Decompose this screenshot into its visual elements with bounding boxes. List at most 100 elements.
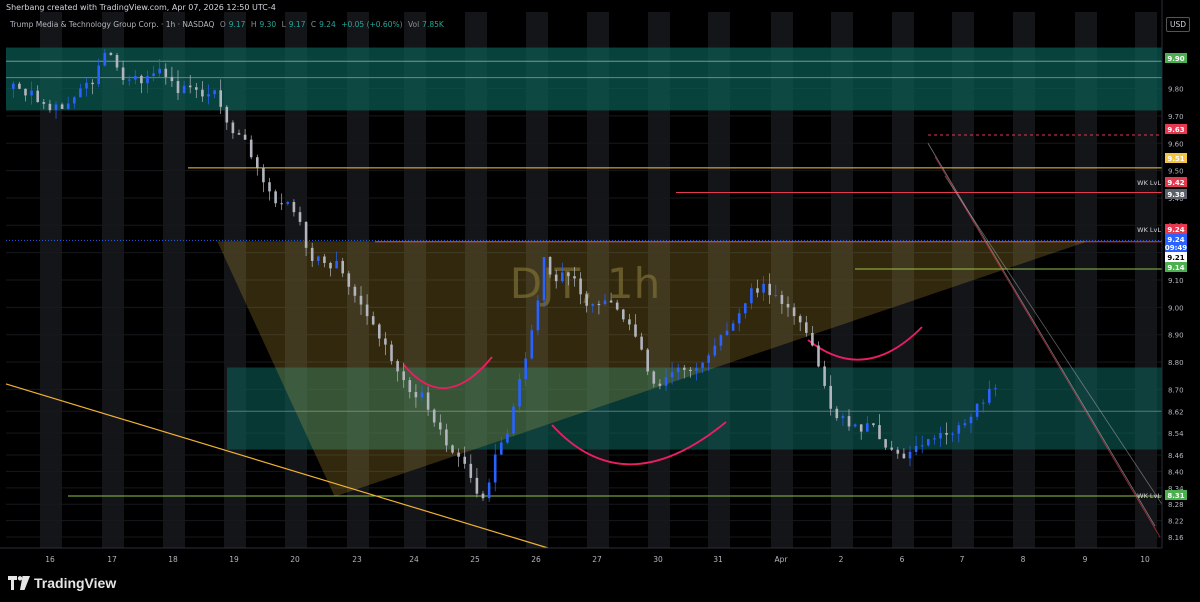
open-value: 9.17 [228,20,246,29]
candle-body [689,369,692,372]
low-value: 9.17 [288,20,306,29]
time-tick-label: 26 [531,555,541,564]
time-tick-label: 31 [713,555,723,564]
candle-body [457,452,460,457]
change-value: +0.05 (+0.60%) [341,20,403,29]
candle-body [256,157,259,168]
candle-body [115,54,119,68]
time-tick-label: 8 [1021,555,1026,564]
candle-body [780,295,784,304]
candle-body [713,345,717,356]
candle-body [347,273,351,287]
candle-body [878,425,881,440]
credit-line: Sherbang created with TradingView.com, A… [6,3,276,12]
high-label: H [250,20,257,29]
candle-body [792,307,796,317]
candle-body [774,295,778,297]
currency-button[interactable]: USD [1166,17,1190,32]
candle-body [859,424,863,432]
candle-body [658,383,662,386]
candle-body [243,134,247,140]
candle-body [554,274,558,282]
candle-body [268,182,271,192]
candle-body [640,336,643,350]
candle-body [829,385,832,409]
candle-body [365,304,369,317]
candle-body [170,76,174,82]
candle-body [579,278,582,295]
candle-body [207,94,210,97]
candle-body [60,104,64,109]
candle-body [146,76,149,84]
price-tick-label: 9.80 [1168,86,1184,94]
symbol-legend[interactable]: Trump Media & Technology Group Corp. · 1… [10,20,447,29]
candle-body [24,88,27,96]
candle-body [615,302,619,310]
candle-body [872,423,875,426]
time-tick-label: 9 [1083,555,1088,564]
chart[interactable]: DJT, 1h 9.809.709.609.509.409.309.209.10… [0,0,1200,602]
candle-body [805,322,808,333]
candle-body [298,212,302,222]
candle-body [475,477,479,494]
tradingview-logo-icon [8,576,30,590]
candle-body [945,433,948,435]
time-tick-label: 16 [45,555,55,564]
candle-body [439,422,442,430]
time-tick-label: 24 [409,555,419,564]
candle-body [30,90,33,96]
candle-body [91,82,94,85]
price-label-text: 8.31 [1167,492,1184,500]
price-tick-label: 8.28 [1168,501,1184,509]
candle-body [890,447,893,450]
tradingview-logo[interactable]: TradingView [8,575,116,591]
symbol-name[interactable]: Trump Media & Technology Group Corp. · 1… [10,20,214,29]
candle-body [920,445,924,447]
candle-body [487,482,491,499]
candle-body [329,262,332,269]
time-axis[interactable]: 16 17 18 19 20 23 24 25 26 27 30 31 Apr 2 6 7 8 9 10 [0,547,1162,564]
candle-body [750,288,753,304]
candle-body [188,85,192,88]
candle-body [695,367,698,372]
candle-body [237,133,241,135]
candle-body [182,85,186,94]
candle-body [384,338,387,345]
candle-body [567,272,570,277]
candle-body [707,355,710,363]
candle-body [988,388,991,403]
candle-body [646,349,649,372]
candle-body [811,332,814,346]
close-label: C [310,20,317,29]
candle-body [798,316,802,323]
time-tick-label: 6 [900,555,905,564]
candle-body [201,89,204,97]
candle-body [48,103,52,111]
candle-body [548,257,552,275]
candle-body [731,323,735,331]
candle-body [683,367,686,370]
candle-body [493,454,497,483]
candle-body [835,408,839,419]
candle-body [542,257,546,301]
candle-body [414,392,418,398]
candle-body [524,358,527,379]
candle-body [866,423,869,432]
price-tick-label: 8.80 [1168,359,1184,367]
candle-body [847,416,851,427]
price-axis[interactable]: 9.809.709.609.509.409.309.209.109.008.90… [1161,0,1200,548]
candle-body [66,103,70,109]
candle-body [902,453,906,459]
price-tick-label: 8.22 [1168,518,1184,526]
time-tick-label: 30 [653,555,663,564]
candle-body [408,380,412,393]
candle-body [719,335,723,346]
price-tick-label: 9.70 [1168,113,1184,121]
candle-body [994,388,997,390]
candle-body [219,90,222,107]
candle-body [286,202,290,204]
time-tick-label: 23 [352,555,362,564]
price-tick-label: 8.70 [1168,386,1184,394]
candle-body [908,451,912,459]
candle-body [518,378,521,407]
